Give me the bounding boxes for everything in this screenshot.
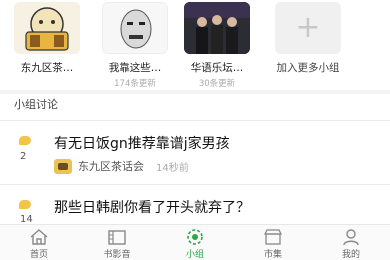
profile-icon: [343, 229, 359, 246]
section-title: 小组讨论: [14, 98, 58, 111]
topic-item[interactable]: 14 那些日韩剧你看了开头就弃了？: [0, 185, 390, 225]
my-groups-row: 东九区茶… 我靠这些… 174条更新 华语乐坛… 30条更新 + 加入更多小组: [0, 0, 390, 90]
group-card-wokao[interactable]: 我靠这些… 174条更新: [100, 2, 170, 89]
tab-groups[interactable]: 小组: [156, 225, 234, 260]
bottom-tab-bar: 首页 书影音 小组 市集 我的: [0, 224, 390, 260]
join-more-label: 加入更多小组: [276, 62, 340, 74]
film-icon: [108, 230, 126, 245]
comment-bubble-icon: [19, 200, 31, 209]
join-more-groups[interactable]: + 加入更多小组: [270, 2, 346, 75]
group-avatar: [54, 158, 72, 174]
topic-title[interactable]: 有无日饭gn推荐靠谱j家男孩: [54, 133, 230, 153]
topic-time: 14秒前: [156, 162, 189, 174]
tab-label: 我的: [341, 250, 360, 260]
tab-label: 小组: [185, 250, 204, 260]
market-icon: [263, 229, 283, 245]
plus-icon: +: [295, 10, 321, 45]
topic-item[interactable]: 2 有无日饭gn推荐靠谱j家男孩 东九区茶话会 14秒前: [0, 121, 390, 184]
tab-books-films-music[interactable]: 书影音: [78, 225, 156, 260]
tab-profile[interactable]: 我的: [312, 225, 390, 260]
home-icon: [30, 229, 48, 245]
comment-bubble-icon: [19, 136, 31, 145]
group-update-count: 30条更新: [198, 79, 236, 89]
tab-label: 市集: [263, 250, 282, 260]
tab-label: 首页: [29, 250, 48, 260]
group-icon: [187, 229, 203, 245]
group-thumbnail: [102, 2, 168, 54]
group-name: 东九区茶…: [20, 62, 74, 74]
tab-home[interactable]: 首页: [0, 225, 78, 260]
group-thumbnail: [14, 2, 80, 54]
topic-meta: 东九区茶话会 14秒前: [54, 158, 189, 174]
topic-title[interactable]: 那些日韩剧你看了开头就弃了？: [54, 197, 250, 217]
tab-label: 书影音: [103, 250, 131, 260]
group-card-dongjiuqu[interactable]: 东九区茶…: [12, 2, 82, 77]
tab-market[interactable]: 市集: [234, 225, 312, 260]
reply-count: 2: [20, 151, 27, 162]
group-name: 我靠这些…: [108, 62, 162, 74]
group-card-huayu[interactable]: 华语乐坛… 30条更新: [182, 2, 252, 89]
group-name: 华语乐坛…: [190, 62, 244, 74]
topic-group-name[interactable]: 东九区茶话会: [78, 158, 144, 174]
add-group-tile[interactable]: +: [275, 2, 341, 54]
group-thumbnail: [184, 2, 250, 54]
section-divider: [0, 90, 390, 94]
group-update-count: 174条更新: [114, 79, 156, 89]
